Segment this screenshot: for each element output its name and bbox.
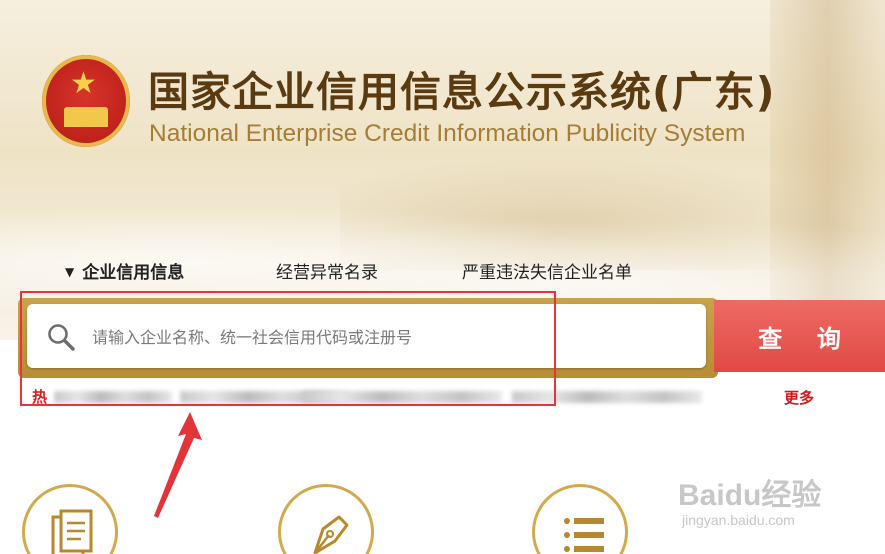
hot-search-item-redacted[interactable]	[302, 391, 502, 403]
tab-label: 严重违法失信企业名单	[462, 263, 632, 283]
watermark-sub: jingyan.baidu.com	[682, 512, 795, 528]
cloud-background	[0, 190, 885, 310]
tab-label: 企业信用信息	[82, 263, 185, 283]
triangle-down-icon: ▼	[65, 265, 75, 279]
feature-pen-button[interactable]	[278, 484, 374, 554]
tab-enterprise-credit-info[interactable]: ▼ 企业信用信息	[65, 258, 184, 283]
search-category-tabs: ▼ 企业信用信息 经营异常名录 严重违法失信企业名单	[0, 258, 885, 283]
baidu-watermark: Baidu经验 jingyan.baidu.com	[678, 460, 878, 540]
star-icon: ★	[70, 66, 97, 101]
annotation-arrow-icon	[154, 412, 202, 518]
hot-search-label: 热	[32, 388, 48, 406]
tiananmen-icon	[64, 107, 108, 127]
hot-search-item-redacted[interactable]	[512, 391, 702, 403]
pen-nib-icon	[313, 515, 349, 554]
tab-serious-violations-list[interactable]: 严重违法失信企业名单	[462, 258, 632, 283]
search-icon	[48, 324, 75, 351]
list-icon	[564, 518, 604, 552]
search-button[interactable]: 查 询	[714, 300, 885, 372]
tab-abnormal-operations-list[interactable]: 经营异常名录	[276, 258, 378, 283]
national-emblem-icon: ★	[42, 55, 130, 147]
watermark-main: Baidu经验	[678, 479, 822, 512]
search-input[interactable]	[92, 320, 692, 354]
feature-list-button[interactable]	[532, 484, 628, 554]
site-title: 国家企业信用信息公示系统(广东)	[148, 68, 776, 116]
tab-label: 经营异常名录	[276, 263, 378, 283]
hero-banner	[0, 0, 885, 340]
more-link[interactable]: 更多	[784, 387, 814, 408]
document-icon	[51, 509, 93, 554]
feature-document-button[interactable]	[22, 484, 118, 554]
site-subtitle: National Enterprise Credit Information P…	[149, 120, 746, 147]
